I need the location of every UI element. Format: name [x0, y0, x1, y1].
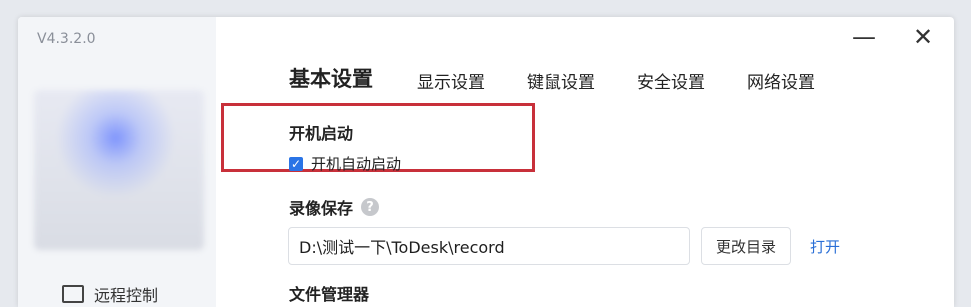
tab-display-settings[interactable]: 显示设置: [417, 68, 485, 93]
startup-section-title: 开机启动: [289, 124, 354, 143]
tab-keyboard-mouse-settings[interactable]: 键鼠设置: [527, 68, 595, 93]
tab-network-settings[interactable]: 网络设置: [747, 68, 815, 93]
sidebar-item-label: 远程控制: [94, 286, 159, 305]
help-icon[interactable]: ?: [361, 198, 380, 216]
recording-title-text: 录像保存: [289, 199, 354, 218]
open-folder-link[interactable]: 打开: [810, 236, 840, 257]
check-icon[interactable]: ✓: [289, 156, 303, 171]
monitor-icon: [62, 285, 84, 303]
version-label: V4.3.2.0: [37, 31, 96, 47]
tab-security-settings[interactable]: 安全设置: [637, 68, 705, 93]
record-path-input[interactable]: D:\测试一下\ToDesk\record: [288, 227, 690, 265]
settings-tabs: 基本设置 显示设置 键鼠设置 安全设置 网络设置: [289, 63, 857, 93]
sidebar: V4.3.2.0 远程控制: [18, 17, 216, 307]
file-manager-section-title: 文件管理器: [289, 285, 370, 304]
minimize-button[interactable]: —: [852, 25, 876, 49]
close-button[interactable]: ✕: [913, 25, 933, 49]
auto-start-option[interactable]: ✓ 开机自动启动: [289, 153, 401, 174]
sidebar-item-remote-control[interactable]: 远程控制: [62, 282, 158, 306]
blurred-qr-image: [34, 90, 204, 250]
change-directory-button[interactable]: 更改目录: [701, 227, 791, 265]
settings-window: V4.3.2.0 远程控制 — ✕ 基本设置 显示设置 键鼠设置 安全设置 网络…: [18, 17, 954, 307]
auto-start-label: 开机自动启动: [311, 155, 402, 173]
recording-section-title: 录像保存 ?: [289, 195, 380, 219]
tab-basic-settings[interactable]: 基本设置: [289, 63, 373, 93]
